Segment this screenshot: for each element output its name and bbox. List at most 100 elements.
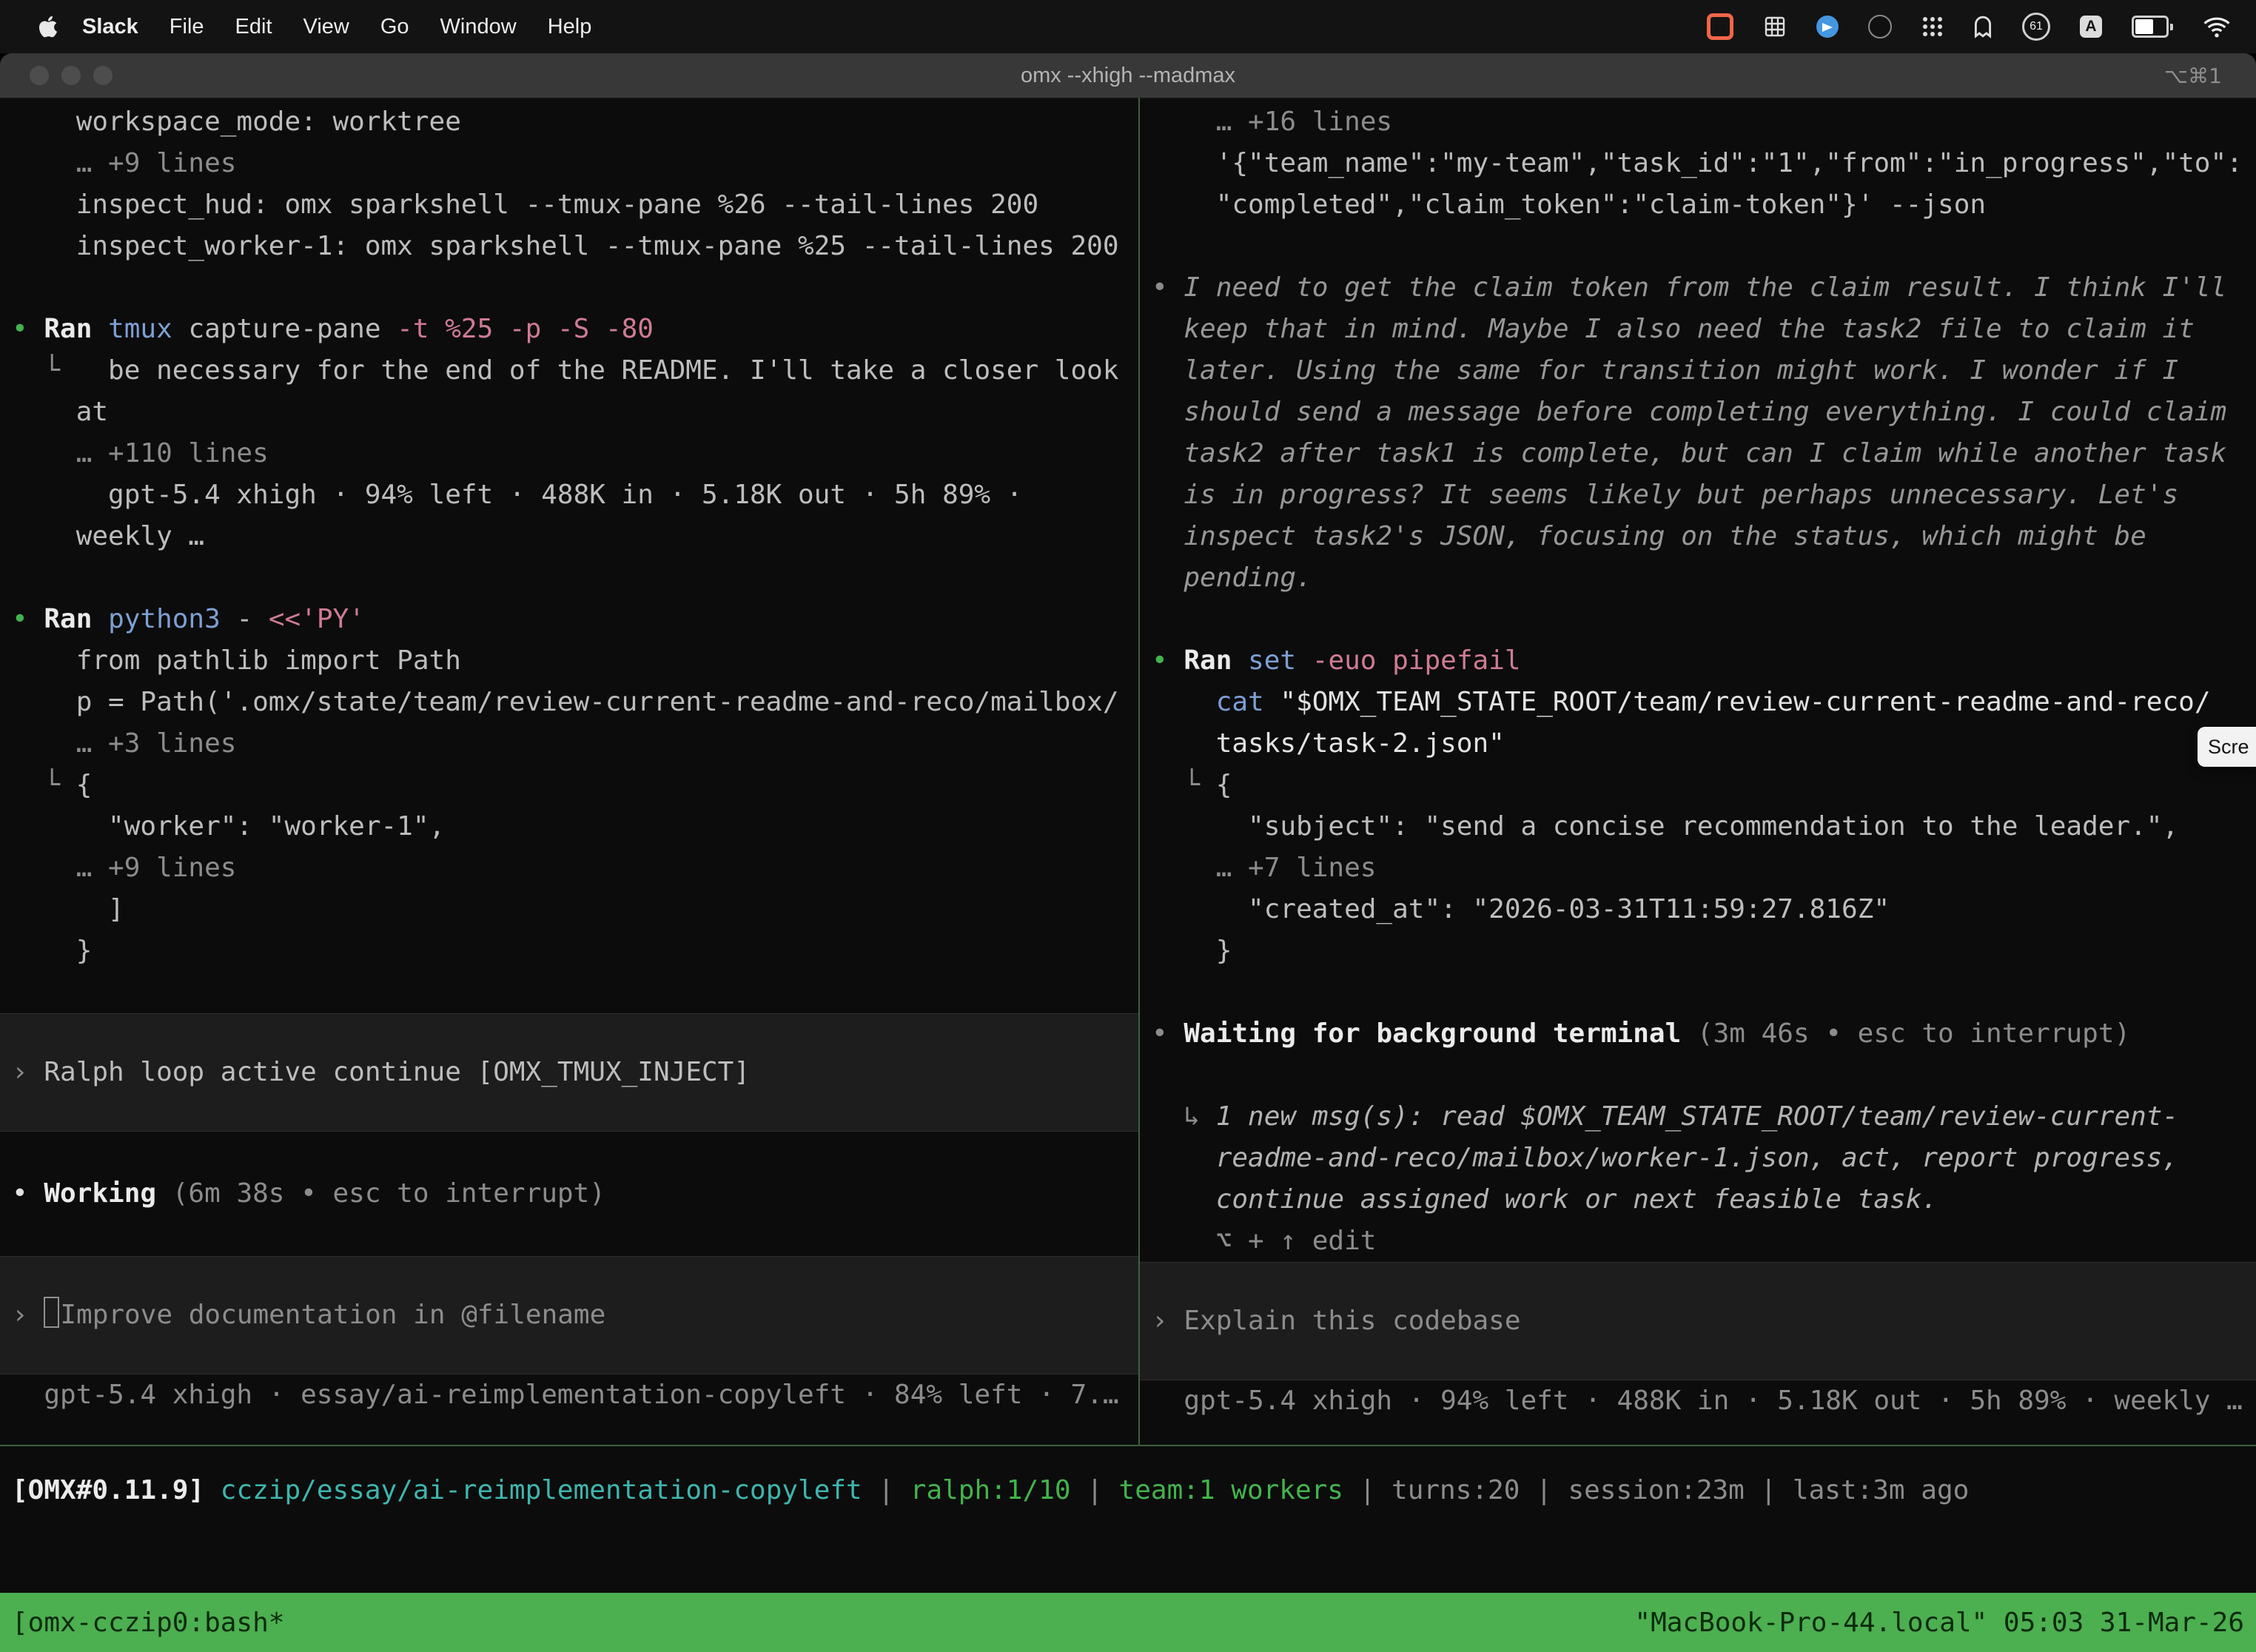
- terminal-text-segment: team:1 workers: [1119, 1475, 1343, 1505]
- terminal-text-segment: Ralph loop active continue [OMX_TMUX_INJ…: [44, 1057, 750, 1087]
- battery-percent-badge[interactable]: 61: [2022, 13, 2050, 41]
- terminal-line: pending.: [1152, 557, 2256, 599]
- tmux-pane-divider-vertical[interactable]: [1138, 98, 1140, 1445]
- terminal-blank-line: [1152, 599, 2256, 640]
- terminal-text-segment: └: [12, 770, 76, 800]
- terminal-line: inspect_hud: omx sparkshell --tmux-pane …: [12, 184, 1138, 226]
- tmux-pane-divider-horizontal[interactable]: [0, 1445, 2256, 1446]
- terminal-text-segment: |: [1745, 1475, 1793, 1505]
- terminal-text-segment: Improve documentation in @filename: [60, 1300, 605, 1330]
- terminal-text-segment: … +110 lines: [12, 438, 269, 469]
- window-title-bar[interactable]: omx --xhigh --madmax ⌥⌘1: [0, 53, 2256, 99]
- minimize-window-button[interactable]: [61, 66, 81, 85]
- tmux-left-pane[interactable]: workspace_mode: worktree … +9 lines insp…: [0, 98, 1138, 1445]
- terminal-line: readme-and-reco/mailbox/worker-1.json, a…: [1152, 1138, 2256, 1179]
- prompt-row[interactable]: › Explain this codebase: [1140, 1262, 2256, 1380]
- menu-view[interactable]: View: [288, 0, 365, 53]
- terminal-text-segment: (6m 38s • esc to interrupt): [172, 1178, 605, 1209]
- terminal-text-segment: '{"team_name":"my-team","task_id":"1","f…: [1152, 148, 2243, 178]
- prompt-row[interactable]: › Ralph loop active continue [OMX_TMUX_I…: [0, 1013, 1138, 1132]
- prompt-row[interactable]: › Improve documentation in @filename: [0, 1256, 1138, 1374]
- menu-file[interactable]: File: [154, 0, 220, 53]
- terminal-line: gpt-5.4 xhigh · essay/ai-reimplementatio…: [12, 1374, 1138, 1416]
- terminal-line: "worker": "worker-1",: [12, 806, 1138, 847]
- wifi-icon[interactable]: [2203, 16, 2231, 38]
- terminal-line: • I need to get the claim token from the…: [1152, 267, 2256, 309]
- traffic-lights: [30, 66, 113, 85]
- terminal-line: • Ran set -euo pipefail: [1152, 640, 2256, 682]
- tmux-session-label: [omx-cczip0:bash*: [12, 1608, 284, 1638]
- terminal-text-segment: gpt-5.4 xhigh · essay/ai-reimplementatio…: [12, 1380, 1119, 1410]
- terminal-text-segment: └: [1152, 770, 1216, 800]
- terminal-text-segment: session:23m: [1568, 1475, 1744, 1505]
- menu-app-name[interactable]: Slack: [67, 0, 154, 53]
- terminal-text-segment: gpt-5.4 xhigh · 94% left · 488K in · 5.1…: [12, 480, 1022, 510]
- terminal-text-segment: Working: [44, 1178, 172, 1209]
- terminal-text-segment: ⌥ + ↑ edit: [1152, 1226, 1376, 1256]
- battery-icon[interactable]: [2132, 16, 2173, 38]
- terminal-text-segment: }: [1152, 936, 1232, 966]
- menu-status-icons: 61 A: [1707, 13, 2256, 41]
- terminal-text-segment: Ran: [44, 314, 108, 344]
- menu-window[interactable]: Window: [425, 0, 532, 53]
- terminal-text-segment: inspect_hud: omx sparkshell --tmux-pane …: [12, 189, 1038, 220]
- input-source-icon[interactable]: A: [2080, 16, 2102, 38]
- dark-app-icon[interactable]: [1868, 15, 1892, 38]
- menu-bar: Slack File Edit View Go Window Help 61 A: [0, 0, 2256, 53]
- menu-go[interactable]: Go: [365, 0, 425, 53]
- terminal-line: • Working (6m 38s • esc to interrupt): [12, 1173, 1138, 1215]
- grid-icon[interactable]: [1763, 15, 1787, 38]
- terminal-text-segment: … +9 lines: [12, 853, 236, 883]
- apple-menu-icon[interactable]: [37, 16, 59, 38]
- terminal-line: weekly …: [12, 516, 1138, 557]
- menu-edit[interactable]: Edit: [220, 0, 288, 53]
- terminal-text-segment: is in progress? It seems likely but perh…: [1152, 480, 2178, 510]
- terminal-text-segment: ›: [12, 1300, 44, 1330]
- menu-help[interactable]: Help: [532, 0, 608, 53]
- terminal-line: cat "$OMX_TEAM_STATE_ROOT/team/review-cu…: [1152, 682, 2256, 723]
- terminal-line: • Ran python3 - <<'PY': [12, 599, 1138, 640]
- terminal-text-segment: |: [862, 1475, 910, 1505]
- terminal-blank-line: [1152, 226, 2256, 267]
- terminal-text-segment: "worker": "worker-1",: [12, 811, 445, 842]
- terminal-text-segment: {: [1216, 770, 1232, 800]
- tmux-host-clock: "MacBook-Pro-44.local" 05:03 31-Mar-26: [1634, 1608, 2244, 1638]
- ghost-app-icon[interactable]: [1973, 15, 1993, 38]
- terminal-line: "subject": "send a concise recommendatio…: [1152, 806, 2256, 847]
- terminal-text-segment: •: [1152, 272, 1184, 303]
- terminal-text-segment: ›: [1152, 1306, 1184, 1336]
- tmux-right-pane[interactable]: … +16 lines '{"team_name":"my-team","tas…: [1140, 98, 2256, 1445]
- terminal-text-segment: •: [12, 314, 44, 344]
- terminal-text-segment: capture-pane: [172, 314, 397, 344]
- terminal-line: … +3 lines: [12, 723, 1138, 765]
- terminal-blank-line: [12, 1132, 1138, 1173]
- terminal-text-segment: task2 after task1 is complete, but can I…: [1152, 438, 2226, 469]
- screenshot-preview-popup[interactable]: Scre: [2198, 727, 2256, 767]
- tmux-status-bar: [omx-cczip0:bash* "MacBook-Pro-44.local"…: [0, 1593, 2256, 1652]
- terminal-text-segment: 1 new msg(s): read $OMX_TEAM_STATE_ROOT/…: [1216, 1101, 2178, 1132]
- apps-grid-icon[interactable]: [1921, 16, 1944, 38]
- terminal-line: … +9 lines: [12, 847, 1138, 889]
- terminal-text-segment: •: [12, 1178, 44, 1209]
- zoom-window-button[interactable]: [93, 66, 113, 85]
- close-window-button[interactable]: [30, 66, 49, 85]
- terminal-text-segment: inspect_worker-1: omx sparkshell --tmux-…: [12, 231, 1119, 261]
- terminal-text-segment: workspace_mode: worktree: [12, 107, 461, 137]
- terminal-text-segment: ↳: [1152, 1101, 1216, 1132]
- terminal-line: ⌥ + ↑ edit: [1152, 1220, 2256, 1262]
- terminal-blank-line: [12, 1215, 1138, 1256]
- terminal-line: • Waiting for background terminal (3m 46…: [1152, 1013, 2256, 1055]
- terminal-text-segment: should send a message before completing …: [1152, 397, 2226, 427]
- terminal-text-segment: later. Using the same for transition mig…: [1152, 355, 2178, 386]
- terminal-line: is in progress? It seems likely but perh…: [1152, 474, 2256, 516]
- terminal-text-segment: at: [12, 397, 108, 427]
- terminal-text-segment: ›: [12, 1057, 44, 1087]
- terminal-line: └ {: [1152, 765, 2256, 806]
- blue-app-icon[interactable]: [1816, 16, 1839, 38]
- terminal-blank-line: [12, 267, 1138, 309]
- terminal-text-segment: keep that in mind. Maybe I also need the…: [1152, 314, 2195, 344]
- terminal-text-segment: "$OMX_TEAM_STATE_ROOT/team/review-curren…: [1264, 687, 2211, 717]
- terminal-text-segment: gpt-5.4 xhigh · 94% left · 488K in · 5.1…: [1152, 1386, 2243, 1416]
- record-indicator-icon[interactable]: [1707, 13, 1733, 40]
- terminal-blank-line: [12, 557, 1138, 599]
